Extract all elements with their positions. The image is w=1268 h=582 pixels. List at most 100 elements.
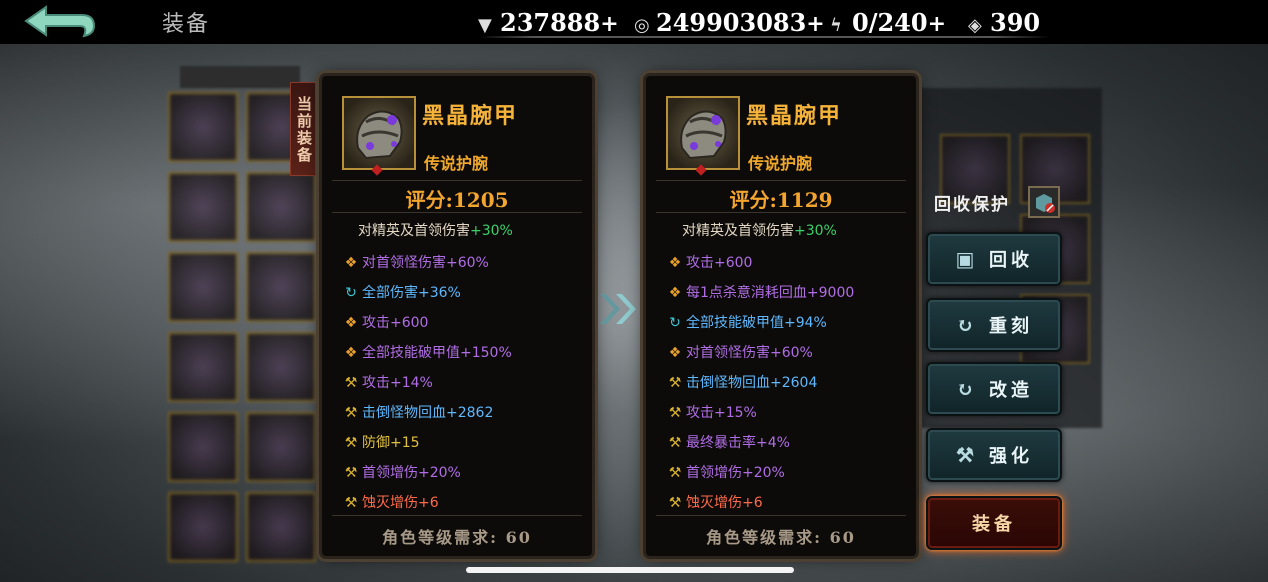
hammer-icon: ⚒	[344, 375, 358, 391]
level-requirement: 角色等级需求: 60	[706, 528, 856, 547]
lightning-icon: ϟ	[830, 15, 842, 36]
stat-row: ⚒ 击倒怪物回血 +2862	[342, 398, 512, 428]
reforge-button[interactable]: ↻ 重刻	[926, 298, 1062, 352]
stat-value: +600	[714, 255, 753, 271]
modify-label: 改造	[989, 380, 1033, 401]
currency-silver[interactable]: ▼ 237888+	[478, 8, 619, 37]
refresh-icon: ↻	[956, 313, 978, 337]
enhance-label: 强化	[989, 446, 1033, 467]
page-title: 装备	[162, 12, 211, 37]
inventory-slot[interactable]	[246, 492, 316, 562]
divider	[656, 180, 906, 181]
stat-label: 首领增伤	[362, 465, 418, 481]
compare-arrow-icon	[600, 294, 636, 324]
stat-value: +36%	[418, 285, 461, 301]
stat-value: +15%	[714, 405, 757, 421]
stat-list: ❖ 攻击 +600 ❖ 每1点杀意消耗回血 +9000 ↻ 全部技能破甲值 +94% ❖ 对首…	[666, 248, 855, 518]
stat-label: 防御	[362, 435, 390, 451]
add-currency-button[interactable]: +	[600, 11, 618, 37]
inventory-slot[interactable]	[246, 332, 316, 402]
stat-label: 全部技能破甲值	[686, 315, 784, 331]
stat-value: +2862	[446, 405, 494, 421]
item-icon-frame	[342, 96, 416, 170]
stat-row: ⚒ 击倒怪物回血 +2604	[666, 368, 854, 398]
currency-stamina[interactable]: ϟ 0/240+	[830, 8, 946, 37]
currency-coin[interactable]: ◎ 249903083+	[634, 8, 825, 37]
modify-button[interactable]: ↻ 改造	[926, 362, 1062, 416]
stat-row: ⚒ 首领增伤 +20%	[342, 458, 512, 488]
stat-row: ❖ 攻击 +600	[666, 248, 854, 278]
base-stat-label: 对精英及首领伤害	[358, 223, 470, 239]
recycle-label: 回收	[989, 250, 1033, 271]
score-value: 1205	[452, 188, 509, 212]
hammer-icon: ⚒	[344, 465, 358, 481]
inventory-slot[interactable]	[246, 412, 316, 482]
stat-label: 攻击	[686, 255, 714, 271]
recycle-button[interactable]: ▣ 回收	[926, 232, 1062, 286]
score-label: 评分:	[405, 188, 453, 212]
hammer-icon: ⚒	[344, 495, 358, 511]
score-label: 评分:	[729, 188, 777, 212]
inventory-slot[interactable]	[168, 172, 238, 242]
stat-value: +15	[390, 435, 420, 451]
stat-value: +6	[742, 495, 763, 511]
stat-row: ⚒ 蚀灭增伤 +6	[342, 488, 512, 518]
flame-icon: ❖	[668, 285, 682, 301]
stat-row: ⚒ 蚀灭增伤 +6	[666, 488, 854, 518]
stat-value: +94%	[784, 315, 827, 331]
inventory-slot[interactable]	[168, 92, 238, 162]
item-name: 黑晶腕甲	[746, 103, 843, 129]
inventory-slot[interactable]	[168, 252, 238, 322]
hammer-icon: ⚒	[344, 405, 358, 421]
protect-box-icon	[1036, 194, 1055, 213]
base-stat-value: +30%	[470, 223, 513, 239]
currency-underline	[478, 36, 1050, 38]
add-currency-button[interactable]: +	[806, 11, 824, 37]
stat-label: 攻击	[362, 375, 390, 391]
bracer-icon	[680, 110, 727, 160]
stat-row: ❖ 每1点杀意消耗回血 +9000	[666, 278, 855, 308]
stat-value: +20%	[742, 465, 785, 481]
home-indicator[interactable]	[466, 567, 794, 573]
flame-icon: ❖	[344, 255, 358, 271]
hammer-icon: ⚒	[668, 435, 682, 451]
stat-label: 击倒怪物回血	[362, 405, 446, 421]
currency-value: 390	[990, 8, 1041, 37]
back-arrow-icon[interactable]	[24, 4, 96, 38]
inventory-slot[interactable]	[246, 172, 316, 242]
inventory-slot[interactable]	[168, 412, 238, 482]
stat-value: +60%	[446, 255, 489, 271]
currency-ticket[interactable]: ◈ 390	[968, 8, 1040, 37]
stat-value: +20%	[418, 465, 461, 481]
base-stat: 对精英及首领伤害+30%	[682, 220, 837, 240]
stat-value: +9000	[806, 285, 855, 301]
top-bar: 装备 ▼ 237888+ ◎ 249903083+ ϟ 0/240+ ◈ 390	[0, 0, 1268, 44]
stat-label: 全部伤害	[362, 285, 418, 301]
divider	[656, 212, 906, 213]
inventory-slot[interactable]	[168, 492, 238, 562]
inventory-slot[interactable]	[168, 332, 238, 402]
stat-row: ⚒ 攻击 +15%	[666, 398, 854, 428]
inventory-slot[interactable]	[246, 252, 316, 322]
base-stat-value: +30%	[794, 223, 837, 239]
stat-label: 蚀灭增伤	[686, 495, 742, 511]
item-type: 传说护腕	[748, 154, 813, 173]
hammer-icon: ⚒	[668, 465, 682, 481]
stat-row: ⚒ 攻击 +14%	[342, 368, 512, 398]
flame-icon: ❖	[344, 345, 358, 361]
stat-row: ⚒ 首领增伤 +20%	[666, 458, 854, 488]
add-currency-button[interactable]: +	[928, 11, 946, 37]
cycle-icon: ↻	[669, 315, 681, 331]
stat-label: 蚀灭增伤	[362, 495, 418, 511]
flame-icon: ❖	[668, 345, 682, 361]
current-item-panel: 黑晶腕甲 传说护腕 评分:1205 对精英及首领伤害+30% ❖ 对首领怪伤害 +6…	[322, 76, 592, 556]
base-stat: 对精英及首领伤害+30%	[358, 220, 513, 240]
recycle-protect-toggle[interactable]	[1028, 186, 1060, 218]
silver-ingot-icon: ▼	[478, 15, 492, 36]
stat-row: ↻ 全部技能破甲值 +94%	[666, 308, 854, 338]
recycle-protect-label: 回收保护	[934, 195, 1010, 215]
equip-button[interactable]: 装备	[926, 496, 1062, 550]
stat-value: +2604	[770, 375, 818, 391]
divider	[656, 515, 906, 516]
enhance-button[interactable]: ⚒ 强化	[926, 428, 1062, 482]
